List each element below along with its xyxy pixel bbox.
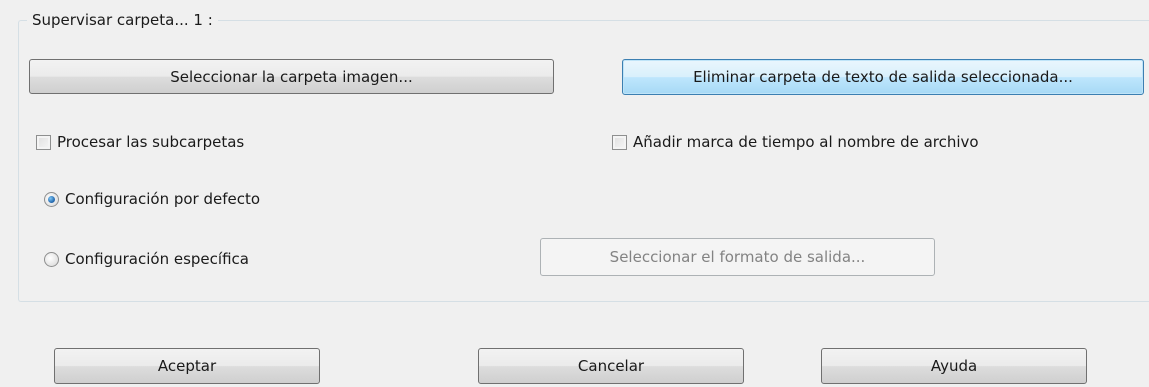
cancel-button[interactable]: Cancelar: [478, 348, 744, 384]
specific-config-radio[interactable]: [44, 251, 59, 267]
process-subfolders-checkbox-row[interactable]: Procesar las subcarpetas: [36, 133, 244, 151]
remove-output-folder-button[interactable]: Eliminar carpeta de texto de salida sele…: [622, 59, 1144, 95]
default-config-label: Configuración por defecto: [65, 190, 261, 208]
add-timestamp-checkbox-row[interactable]: Añadir marca de tiempo al nombre de arch…: [612, 133, 979, 151]
help-button[interactable]: Ayuda: [821, 348, 1087, 384]
process-subfolders-checkbox[interactable]: [36, 134, 51, 150]
ok-button[interactable]: Aceptar: [54, 348, 320, 384]
group-legend: Supervisar carpeta... 1 :: [27, 11, 218, 29]
default-config-radio[interactable]: [44, 191, 59, 207]
select-image-folder-button[interactable]: Seleccionar la carpeta imagen...: [29, 59, 554, 94]
add-timestamp-label: Añadir marca de tiempo al nombre de arch…: [633, 133, 979, 151]
default-config-radio-row[interactable]: Configuración por defecto: [44, 190, 260, 208]
process-subfolders-label: Procesar las subcarpetas: [57, 133, 245, 151]
specific-config-label: Configuración específica: [65, 250, 249, 268]
specific-config-radio-row[interactable]: Configuración específica: [44, 250, 249, 268]
add-timestamp-checkbox[interactable]: [612, 134, 627, 150]
select-output-format-button[interactable]: Seleccionar el formato de salida...: [540, 238, 935, 276]
